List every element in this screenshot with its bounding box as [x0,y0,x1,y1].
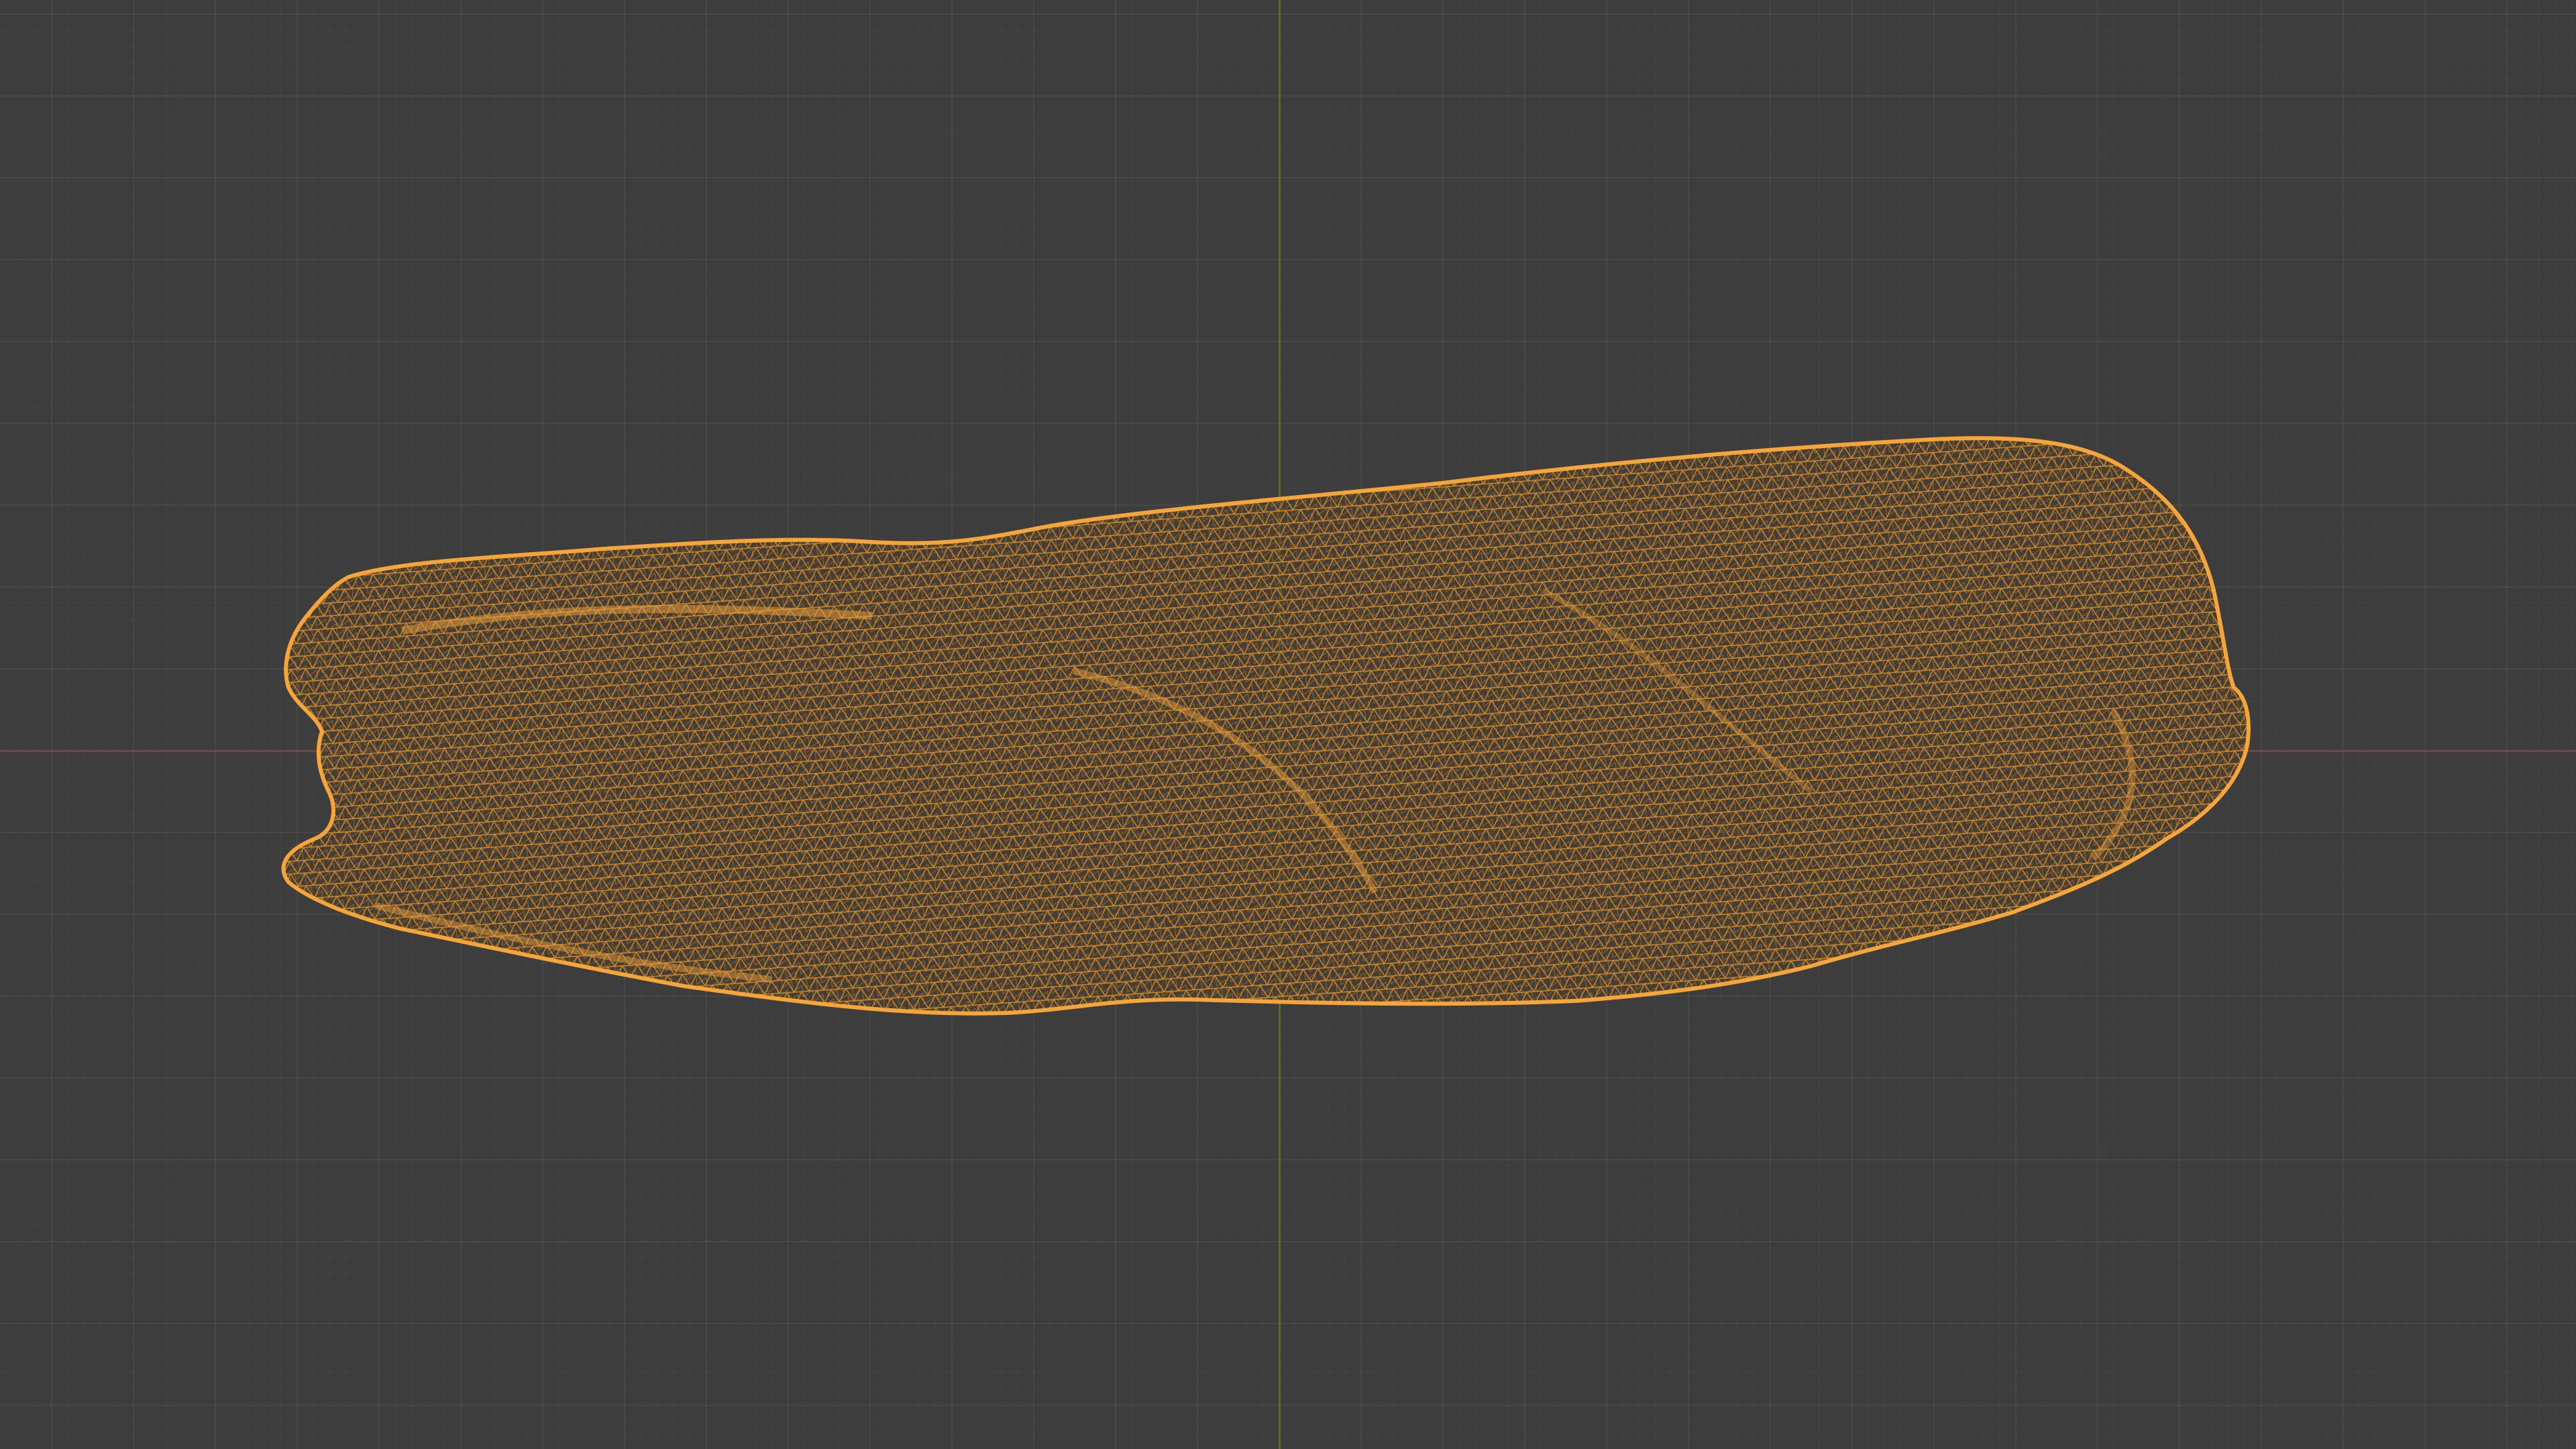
3d-viewport[interactable] [0,0,2576,1449]
mesh-faces [283,438,2249,1014]
wireframe-mesh[interactable] [0,0,2576,1449]
